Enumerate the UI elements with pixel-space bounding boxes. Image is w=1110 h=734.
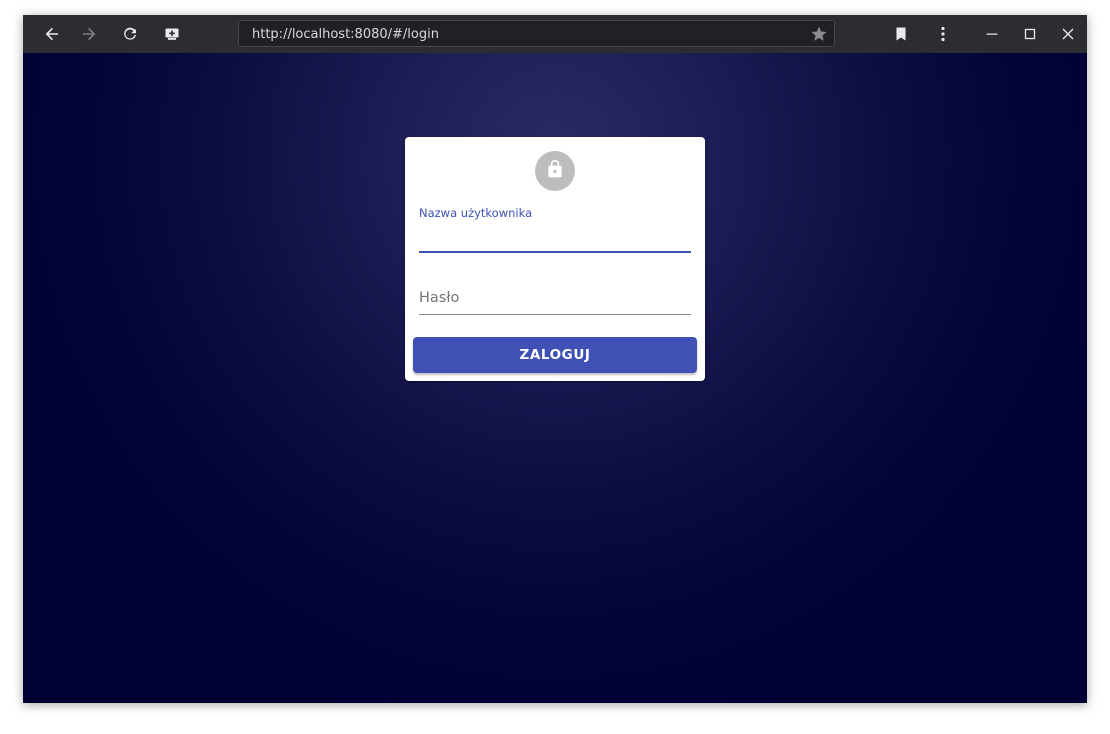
password-input[interactable] <box>419 285 691 313</box>
bookmark-icon[interactable] <box>889 22 913 46</box>
username-underline <box>419 251 691 253</box>
lock-icon <box>545 159 565 184</box>
kebab-menu-icon[interactable] <box>931 22 955 46</box>
back-arrow-icon[interactable] <box>40 22 64 46</box>
password-underline <box>419 314 691 315</box>
maximize-icon[interactable] <box>1018 22 1042 46</box>
forward-arrow-icon[interactable] <box>77 22 101 46</box>
login-avatar <box>535 151 575 191</box>
star-icon[interactable] <box>810 25 828 43</box>
url-text[interactable]: http://localhost:8080/#/login <box>252 27 439 42</box>
login-card: Nazwa użytkownika Hasło ZALOGUJ <box>405 137 705 381</box>
minimize-icon[interactable] <box>980 22 1004 46</box>
login-button[interactable]: ZALOGUJ <box>413 337 697 373</box>
page-content: Nazwa użytkownika Hasło ZALOGUJ <box>23 53 1087 703</box>
cast-icon[interactable] <box>160 22 184 46</box>
username-label: Nazwa użytkownika <box>419 206 533 220</box>
browser-window: http://localhost:8080/#/login Nazwa użyt… <box>23 15 1087 703</box>
username-input[interactable] <box>419 223 691 251</box>
reload-icon[interactable] <box>118 22 142 46</box>
address-bar[interactable]: http://localhost:8080/#/login <box>238 20 835 47</box>
close-icon[interactable] <box>1056 22 1080 46</box>
browser-titlebar: http://localhost:8080/#/login <box>23 15 1087 53</box>
